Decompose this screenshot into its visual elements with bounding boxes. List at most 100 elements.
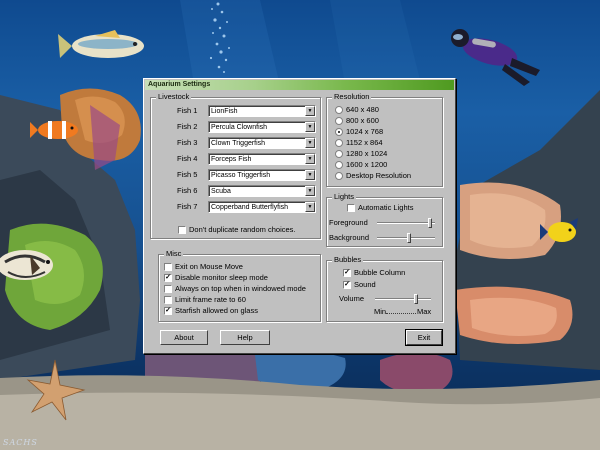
slider-track bbox=[375, 298, 431, 300]
chevron-down-icon[interactable]: ▼ bbox=[305, 154, 315, 164]
watermark-text: SACHS bbox=[3, 438, 38, 447]
resolution-option-label: Desktop Resolution bbox=[346, 171, 412, 180]
resolution-option-label: 1600 x 1200 bbox=[346, 160, 388, 169]
fish-3-select[interactable]: Clown Triggerfish ▼ bbox=[208, 137, 316, 149]
chevron-down-icon[interactable]: ▼ bbox=[305, 138, 315, 148]
checkbox-box[interactable] bbox=[178, 226, 186, 234]
chevron-down-icon[interactable]: ▼ bbox=[305, 106, 315, 116]
automatic-lights-checkbox[interactable]: Automatic Lights bbox=[347, 203, 413, 213]
radio-button[interactable] bbox=[335, 117, 343, 125]
foreground-slider[interactable] bbox=[377, 218, 435, 228]
fish-5-select[interactable]: Picasso Triggerfish ▼ bbox=[208, 169, 316, 181]
checkbox-box[interactable]: ✓ bbox=[343, 281, 351, 289]
fish-6-label: Fish 6 bbox=[177, 186, 198, 195]
misc-option-label: Limit frame rate to 60 bbox=[175, 295, 246, 304]
radio-button[interactable] bbox=[335, 161, 343, 169]
fish-1-label: Fish 1 bbox=[177, 106, 198, 115]
slider-thumb[interactable] bbox=[428, 218, 432, 228]
radio-button[interactable] bbox=[335, 172, 343, 180]
misc-group-title: Misc bbox=[164, 249, 184, 259]
fish-1-value: LionFish bbox=[211, 108, 238, 115]
sound-label: Sound bbox=[354, 280, 376, 289]
fish-3-value: Clown Triggerfish bbox=[211, 140, 266, 147]
resolution-option-label: 800 x 600 bbox=[346, 116, 379, 125]
slider-thumb[interactable] bbox=[407, 233, 411, 243]
misc-group: Misc Exit on Mouse Move ✓ Disable monito… bbox=[158, 249, 321, 322]
fish-7-select[interactable]: Copperband Butterflyfish ▼ bbox=[208, 201, 316, 213]
resolution-option-640[interactable]: 640 x 480 bbox=[335, 105, 379, 115]
checkbox-box[interactable] bbox=[347, 204, 355, 212]
slider-thumb[interactable] bbox=[414, 294, 418, 304]
fish-2-value: Percula Clownfish bbox=[211, 124, 268, 131]
resolution-option-label: 1280 x 1024 bbox=[346, 149, 388, 158]
checkbox-box[interactable]: ✓ bbox=[343, 269, 351, 277]
bubble-column-label: Bubble Column bbox=[354, 268, 406, 277]
always-on-top-checkbox[interactable]: Always on top when in windowed mode bbox=[164, 284, 306, 294]
no-duplicate-checkbox[interactable]: Don't duplicate random choices. bbox=[178, 225, 296, 235]
checkbox-box[interactable] bbox=[164, 296, 172, 304]
checkbox-box[interactable]: ✓ bbox=[164, 307, 172, 315]
resolution-option-1152[interactable]: 1152 x 864 bbox=[335, 138, 383, 148]
fish-1-select[interactable]: LionFish ▼ bbox=[208, 105, 316, 117]
exit-on-mouse-move-checkbox[interactable]: Exit on Mouse Move bbox=[164, 262, 243, 272]
radio-button[interactable] bbox=[335, 139, 343, 147]
misc-option-label: Exit on Mouse Move bbox=[175, 262, 243, 271]
fish-4-label: Fish 4 bbox=[177, 154, 198, 163]
lights-group-title: Lights bbox=[332, 192, 357, 202]
resolution-option-1600[interactable]: 1600 x 1200 bbox=[335, 160, 387, 170]
exit-button[interactable]: Exit bbox=[405, 329, 443, 346]
resolution-group: Resolution 640 x 480 800 x 600 1024 x 76… bbox=[326, 92, 443, 187]
slider-track bbox=[377, 237, 435, 239]
livestock-group-title: Livestock bbox=[156, 92, 192, 102]
fish-4-select[interactable]: Forceps Fish ▼ bbox=[208, 153, 316, 165]
volume-max-label: Max bbox=[417, 307, 432, 316]
fish-4-value: Forceps Fish bbox=[211, 156, 252, 163]
disable-sleep-checkbox[interactable]: ✓ Disable monitor sleep mode bbox=[164, 273, 268, 283]
background-slider[interactable] bbox=[377, 233, 435, 243]
radio-button[interactable] bbox=[335, 150, 343, 158]
resolution-option-label: 640 x 480 bbox=[346, 105, 379, 114]
sound-checkbox[interactable]: ✓ Sound bbox=[343, 280, 376, 290]
clown-triggerfish-sprite bbox=[58, 30, 144, 58]
title-bar[interactable]: Aquarium Settings bbox=[145, 80, 454, 90]
fish-6-select[interactable]: Scuba ▼ bbox=[208, 185, 316, 197]
fish-5-value: Picasso Triggerfish bbox=[211, 172, 271, 179]
fish-7-value: Copperband Butterflyfish bbox=[211, 204, 289, 211]
radio-button[interactable] bbox=[335, 128, 343, 136]
limit-frame-rate-checkbox[interactable]: Limit frame rate to 60 bbox=[164, 295, 246, 305]
volume-slider[interactable] bbox=[375, 294, 431, 304]
aquarium-settings-dialog: Aquarium Settings Livestock Fish 1 LionF… bbox=[143, 78, 456, 354]
background-label: Background bbox=[329, 233, 370, 242]
radio-button[interactable] bbox=[335, 106, 343, 114]
starfish-on-glass-checkbox[interactable]: ✓ Starfish allowed on glass bbox=[164, 306, 258, 316]
resolution-option-800[interactable]: 800 x 600 bbox=[335, 116, 379, 126]
help-button[interactable]: Help bbox=[220, 330, 270, 345]
resolution-option-desktop[interactable]: Desktop Resolution bbox=[335, 171, 411, 181]
scuba-diver-sprite bbox=[451, 29, 540, 86]
resolution-option-1024[interactable]: 1024 x 768 bbox=[335, 127, 383, 137]
misc-option-label: Always on top when in windowed mode bbox=[175, 284, 306, 293]
fish-2-select[interactable]: Percula Clownfish ▼ bbox=[208, 121, 316, 133]
about-button[interactable]: About bbox=[160, 330, 208, 345]
chevron-down-icon[interactable]: ▼ bbox=[305, 186, 315, 196]
chevron-down-icon[interactable]: ▼ bbox=[305, 202, 315, 212]
bubble-column-checkbox[interactable]: ✓ Bubble Column bbox=[343, 268, 405, 278]
volume-min-label: Min bbox=[374, 307, 387, 316]
chevron-down-icon[interactable]: ▼ bbox=[305, 170, 315, 180]
bubbles-group-title: Bubbles bbox=[332, 255, 364, 265]
checkbox-box[interactable]: ✓ bbox=[164, 274, 172, 282]
checkbox-box[interactable] bbox=[164, 285, 172, 293]
lights-group: Lights Automatic Lights Foreground Backg… bbox=[326, 192, 443, 247]
misc-option-label: Starfish allowed on glass bbox=[175, 306, 258, 315]
chevron-down-icon[interactable]: ▼ bbox=[305, 122, 315, 132]
volume-scale-line bbox=[386, 313, 416, 314]
resolution-option-1280[interactable]: 1280 x 1024 bbox=[335, 149, 387, 159]
misc-option-label: Disable monitor sleep mode bbox=[175, 273, 268, 282]
resolution-option-label: 1152 x 864 bbox=[346, 138, 383, 147]
fish-3-label: Fish 3 bbox=[177, 138, 198, 147]
fish-5-label: Fish 5 bbox=[177, 170, 198, 179]
livestock-group: Livestock Fish 1 LionFish ▼ Fish 2 Percu… bbox=[150, 92, 321, 239]
checkbox-box[interactable] bbox=[164, 263, 172, 271]
fish-2-label: Fish 2 bbox=[177, 122, 198, 131]
bubbles-group: Bubbles ✓ Bubble Column ✓ Sound Volume M… bbox=[326, 255, 443, 322]
